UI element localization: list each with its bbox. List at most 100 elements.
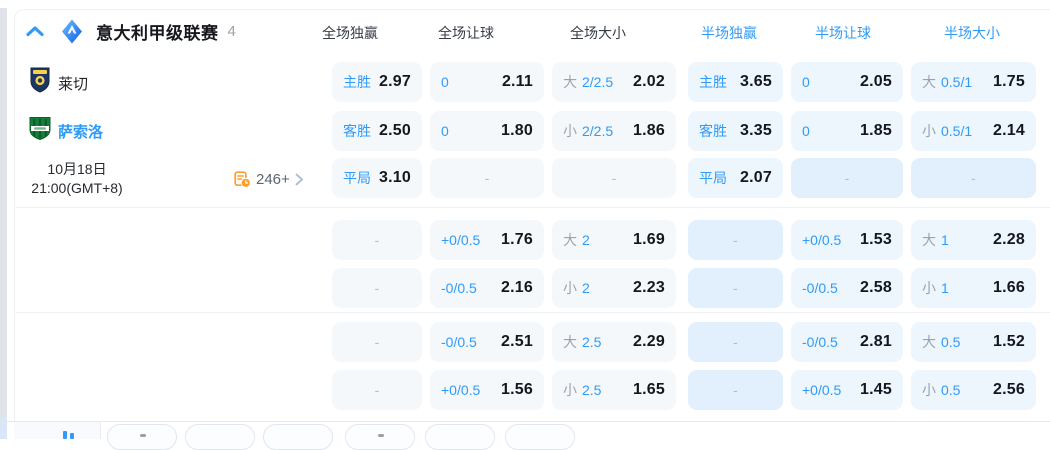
handicap-line: 1 xyxy=(941,232,949,248)
handicap-line: 平局 xyxy=(699,168,727,188)
over-under-side: 小 xyxy=(563,121,577,141)
odds-cell[interactable]: 大2/2.52.02 xyxy=(552,62,676,102)
odds-cell[interactable]: 平局 2.07 xyxy=(688,158,783,198)
bottom-tab-pill[interactable] xyxy=(425,424,495,450)
odds-value: 1.66 xyxy=(993,279,1025,297)
odds-cell[interactable]: 小 0.5 2.56 xyxy=(911,370,1036,410)
odds-cell[interactable]: 客胜2.50 xyxy=(332,111,422,151)
odds-value: 1.86 xyxy=(633,122,665,140)
odds-cell[interactable]: 01.85 xyxy=(791,111,903,151)
section-divider xyxy=(14,207,1050,208)
odds-selection-label: 小2/2.5 xyxy=(563,121,613,141)
odds-cell[interactable]: 主胜2.97 xyxy=(332,62,422,102)
odds-value: 1.75 xyxy=(993,73,1025,91)
home-team-badge-icon xyxy=(30,67,50,98)
away-team-name[interactable]: 萨索洛 xyxy=(58,121,103,142)
odds-cell[interactable]: 主胜3.65 xyxy=(688,62,783,102)
home-team-name[interactable]: 莱切 xyxy=(58,73,88,94)
odds-selection-label: +0/0.5 xyxy=(802,232,841,248)
bottom-tab-pill[interactable] xyxy=(185,424,255,450)
odds-selection-label: 大0.5 xyxy=(922,332,960,352)
odds-cell[interactable]: 平局3.10 xyxy=(332,158,422,198)
over-under-side: 大 xyxy=(922,72,936,92)
odds-cell[interactable]: -0/0.52.81 xyxy=(791,322,903,362)
odds-cell[interactable]: +0/0.51.53 xyxy=(791,220,903,260)
bottom-tab-pill[interactable] xyxy=(345,424,415,450)
odds-value: 1.69 xyxy=(633,231,665,249)
handicap-line: 0 xyxy=(802,74,810,90)
over-under-side: 大 xyxy=(922,332,936,352)
over-under-side: 小 xyxy=(922,380,936,400)
odds-cell[interactable]: 大2.52.29 xyxy=(552,322,676,362)
odds-cell[interactable]: -0/0.52.51 xyxy=(430,322,544,362)
over-under-side: 小 xyxy=(922,278,936,298)
pill-text-fragment xyxy=(378,434,384,437)
odds-cell[interactable]: 大21.69 xyxy=(552,220,676,260)
bottom-tab-pill[interactable] xyxy=(263,424,333,450)
page-scroll-strip[interactable] xyxy=(0,8,7,439)
odds-cell[interactable]: 大1 2.28 xyxy=(911,220,1036,260)
odds-selection-label: 大1 xyxy=(922,230,949,250)
handicap-line: 主胜 xyxy=(343,72,371,92)
odds-value: 2.56 xyxy=(993,381,1025,399)
column-header: 全场大小 xyxy=(570,23,626,43)
odds-page: 意大利甲级联赛 4 全场独赢全场让球全场大小半场独赢半场让球半场大小 莱切 萨索… xyxy=(0,0,1050,439)
handicap-line: -0/0.5 xyxy=(802,334,838,350)
bottom-left-indicator xyxy=(70,433,74,439)
bottom-tab-pill[interactable] xyxy=(107,424,177,450)
odds-value: 2.28 xyxy=(993,231,1025,249)
odds-cell[interactable]: 客胜3.35 xyxy=(688,111,783,151)
odds-cell[interactable]: +0/0.51.45 xyxy=(791,370,903,410)
handicap-line: 2 xyxy=(582,280,590,296)
odds-value: 2.23 xyxy=(633,279,665,297)
odds-cell[interactable]: -0/0.52.58 xyxy=(791,268,903,308)
odds-cell-empty: - xyxy=(688,220,783,260)
odds-cell-empty: - xyxy=(791,158,903,198)
over-under-side: 大 xyxy=(563,230,577,250)
column-header: 半场大小 xyxy=(944,23,1000,43)
odds-selection-label: 平局 xyxy=(343,168,371,188)
handicap-line: 0 xyxy=(441,123,449,139)
handicap-line: 0.5/1 xyxy=(941,123,972,139)
odds-cell[interactable]: 02.05 xyxy=(791,62,903,102)
odds-value: 2.07 xyxy=(740,169,772,187)
odds-cell[interactable]: 01.80 xyxy=(430,111,544,151)
odds-cell[interactable]: 小2/2.5 1.86 xyxy=(552,111,676,151)
more-markets-link[interactable]: 246+ xyxy=(234,170,304,188)
column-header: 全场让球 xyxy=(438,23,494,43)
over-under-side: 小 xyxy=(563,380,577,400)
handicap-line: 0 xyxy=(802,123,810,139)
bottom-left-panel xyxy=(14,422,101,439)
odds-selection-label: 客胜 xyxy=(699,121,727,141)
collapse-chevron-icon[interactable] xyxy=(26,17,44,45)
bottom-left-indicator xyxy=(63,431,67,439)
odds-selection-label: 小 0.5/1 xyxy=(922,121,972,141)
odds-cell[interactable]: 02.11 xyxy=(430,62,544,102)
odds-cell-empty: - xyxy=(911,158,1036,198)
odds-selection-label: 平局 xyxy=(699,168,727,188)
odds-cell-empty: - xyxy=(688,322,783,362)
handicap-line: +0/0.5 xyxy=(802,382,841,398)
odds-cell[interactable]: 小1 1.66 xyxy=(911,268,1036,308)
odds-selection-label: 小1 xyxy=(922,278,949,298)
odds-cell-empty: - xyxy=(688,370,783,410)
handicap-line: 0.5 xyxy=(941,382,960,398)
league-match-count: 4 xyxy=(228,23,236,40)
odds-cell[interactable]: +0/0.51.56 xyxy=(430,370,544,410)
odds-cell-empty: - xyxy=(332,220,422,260)
odds-cell[interactable]: 小2.51.65 xyxy=(552,370,676,410)
bottom-tab-pill[interactable] xyxy=(505,424,575,450)
odds-selection-label: -0/0.5 xyxy=(441,334,477,350)
column-header: 半场独赢 xyxy=(701,23,757,43)
odds-cell[interactable]: 大0.5/11.75 xyxy=(911,62,1036,102)
pill-text-fragment xyxy=(140,434,146,437)
odds-cell[interactable]: 小22.23 xyxy=(552,268,676,308)
over-under-side: 大 xyxy=(563,332,577,352)
odds-cell[interactable]: 大0.51.52 xyxy=(911,322,1036,362)
odds-cell[interactable]: 小0.5/12.14 xyxy=(911,111,1036,151)
match-date: 10月18日 xyxy=(14,160,140,179)
odds-cell[interactable]: +0/0.51.76 xyxy=(430,220,544,260)
over-under-side: 小 xyxy=(922,121,936,141)
odds-cell[interactable]: -0/0.52.16 xyxy=(430,268,544,308)
odds-selection-label: 大2/2.5 xyxy=(563,72,613,92)
